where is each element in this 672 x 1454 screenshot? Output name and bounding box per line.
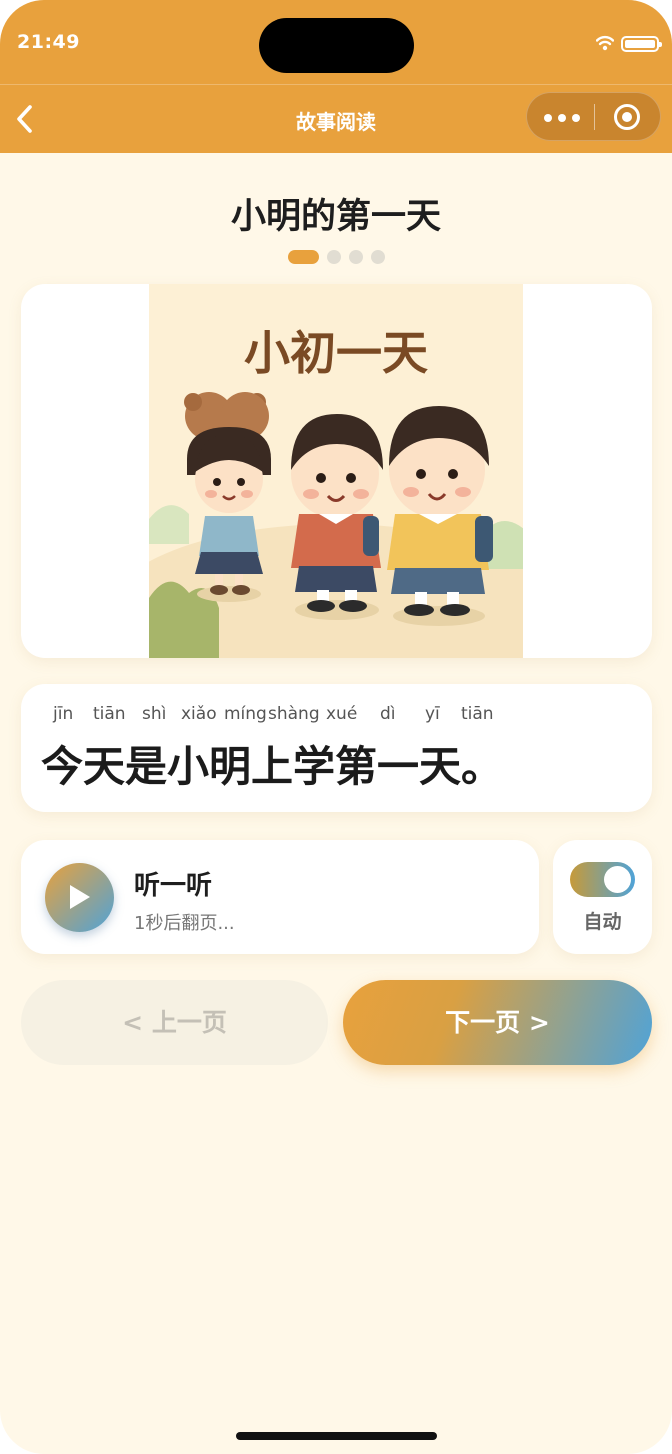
close-target-icon[interactable] xyxy=(613,103,641,131)
pinyin: tiān xyxy=(461,704,494,724)
more-icon[interactable] xyxy=(544,114,580,122)
top-bar: 21:49 故事阅读 xyxy=(0,0,672,153)
sentence-card: jīn tiān shì xiǎo míng shàng xué dì yī t… xyxy=(21,684,652,812)
battery-icon xyxy=(621,36,662,52)
pinyin: yī xyxy=(425,704,440,724)
pinyin: shàng xyxy=(268,704,320,724)
pinyin: xué xyxy=(326,704,358,724)
illustration-card: 小初一天 xyxy=(21,284,652,658)
prev-page-button[interactable]: < 上一页 xyxy=(21,980,328,1065)
status-divider xyxy=(0,84,672,85)
auto-turn-status: 1秒后翻页... xyxy=(134,913,235,934)
wifi-icon xyxy=(596,35,614,51)
page-dot[interactable] xyxy=(349,250,363,264)
listen-card[interactable]: 听一听 1秒后翻页... xyxy=(21,840,539,954)
pinyin: shì xyxy=(142,704,167,724)
auto-toggle[interactable] xyxy=(570,862,635,897)
illustration-title: 小初一天 xyxy=(244,326,428,380)
phone-screen: 21:49 故事阅读 小明的第一天 小初一天 jīn tiān shì xiǎo… xyxy=(0,0,672,1454)
status-time: 21:49 xyxy=(17,31,80,53)
page-dot[interactable] xyxy=(327,250,341,264)
play-button[interactable] xyxy=(45,863,114,932)
story-illustration: 小初一天 xyxy=(149,284,523,658)
home-indicator[interactable] xyxy=(236,1432,437,1440)
pinyin: xiǎo xyxy=(181,704,217,724)
pinyin: jīn xyxy=(53,704,74,724)
capsule-divider xyxy=(594,104,595,130)
toggle-knob xyxy=(604,866,631,893)
auto-label: 自动 xyxy=(583,911,622,933)
pinyin: míng xyxy=(224,704,267,724)
mini-program-capsule xyxy=(526,92,661,141)
auto-card: 自动 xyxy=(553,840,652,954)
story-sentence[interactable]: 今天是小明上学第一天。 xyxy=(41,733,503,794)
pinyin: tiān xyxy=(93,704,126,724)
listen-title: 听一听 xyxy=(134,871,213,901)
dynamic-island xyxy=(259,18,414,73)
page-dot[interactable] xyxy=(371,250,385,264)
child-boy-red xyxy=(291,414,383,620)
next-page-button[interactable]: 下一页 > xyxy=(343,980,652,1065)
story-title: 小明的第一天 xyxy=(230,197,441,237)
play-icon xyxy=(70,885,90,909)
page-dot-active[interactable] xyxy=(288,250,319,264)
child-boy-yellow xyxy=(387,406,493,626)
pinyin: dì xyxy=(380,704,396,724)
